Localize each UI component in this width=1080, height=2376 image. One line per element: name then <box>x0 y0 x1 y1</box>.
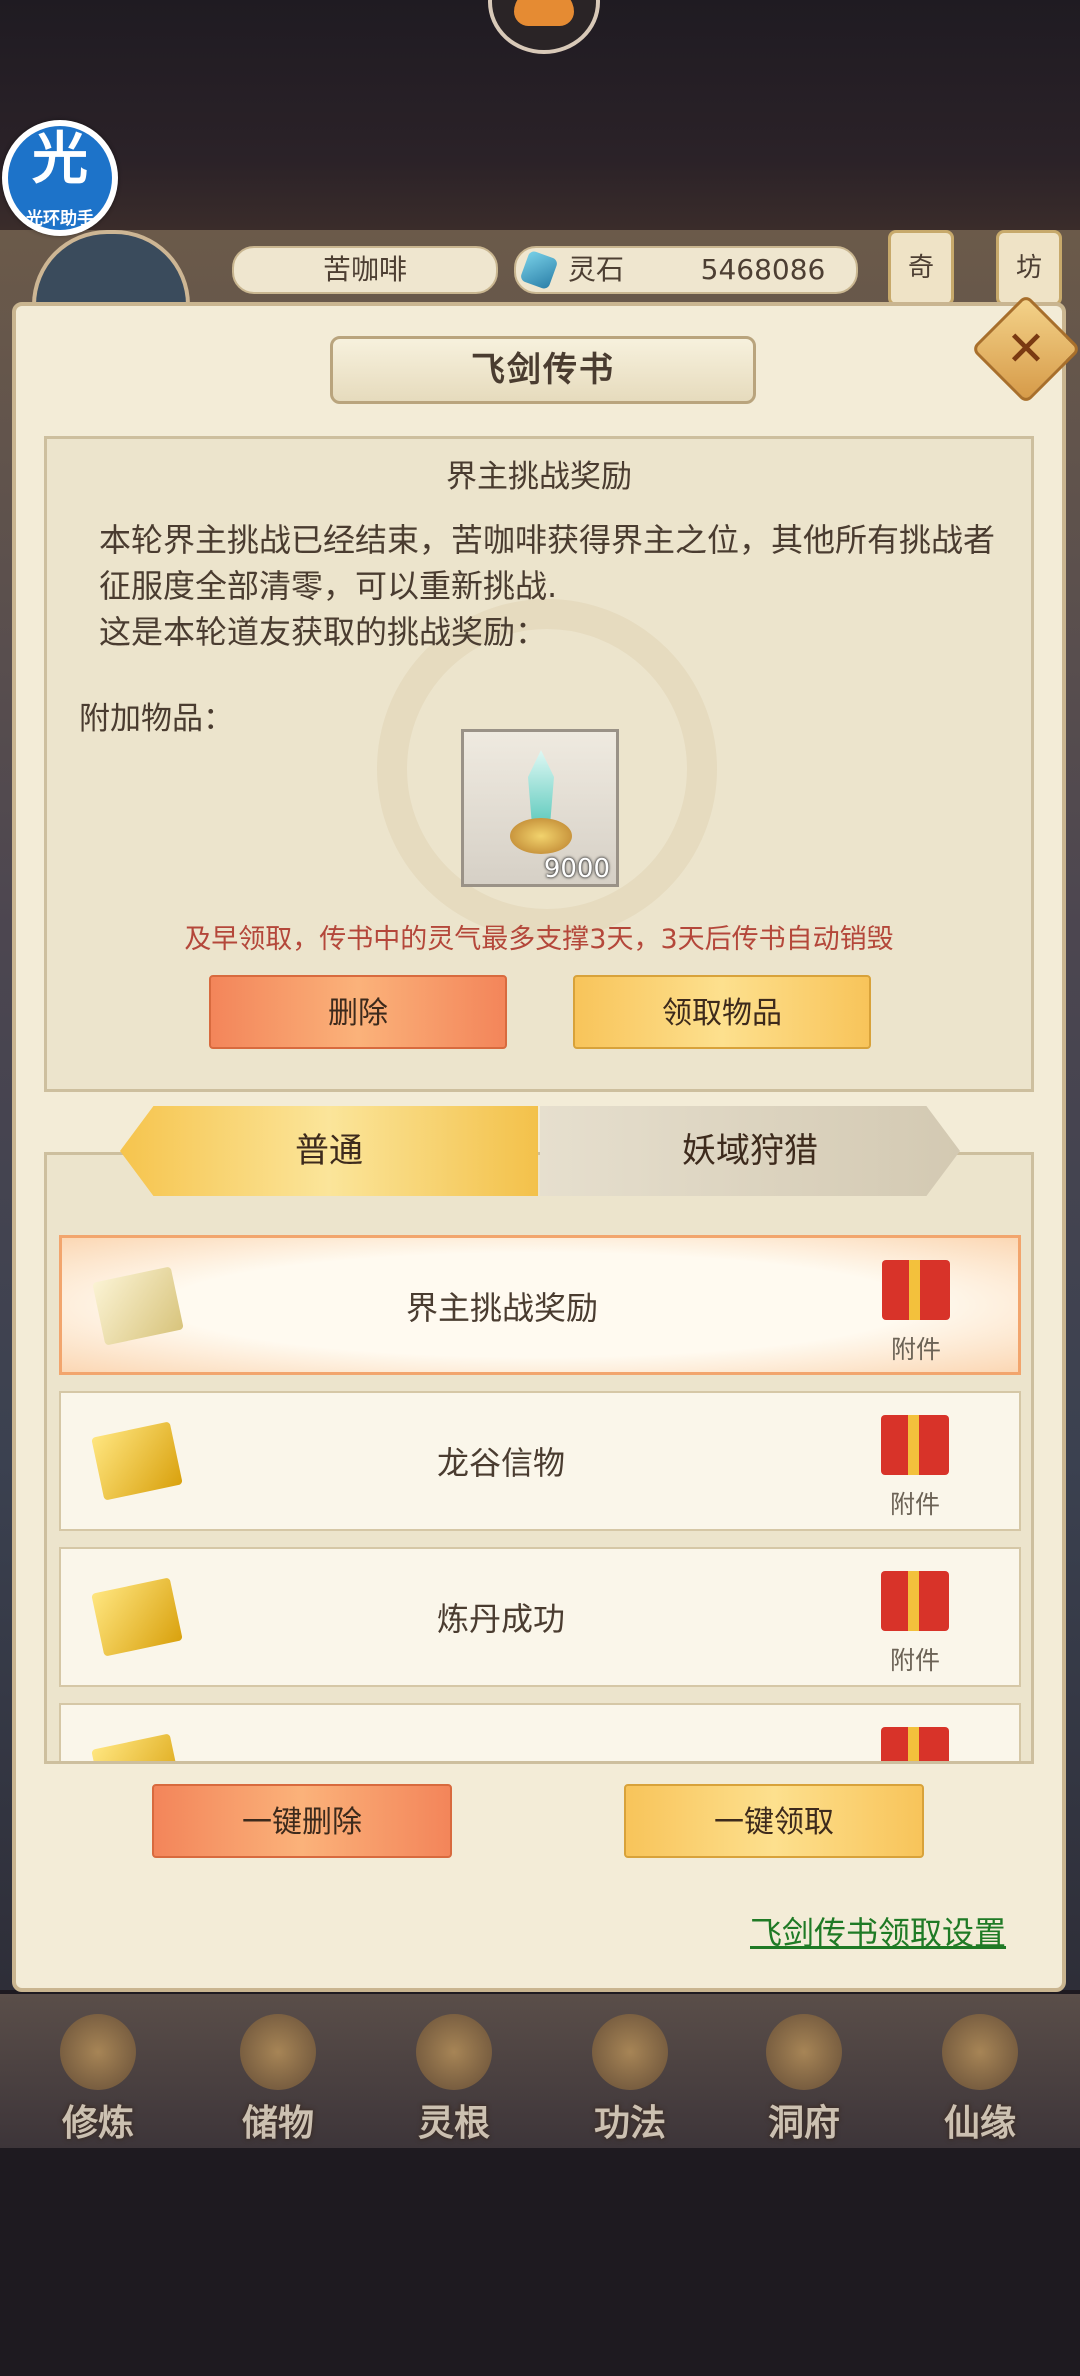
bottom-background <box>0 2150 1080 2376</box>
nav-label: 洞府 <box>767 2103 840 2144</box>
nav-cultivate[interactable]: 修炼 <box>8 1994 188 2148</box>
claim-all-button[interactable]: 一键领取 <box>624 1784 924 1858</box>
gift-box-icon <box>882 1260 950 1320</box>
item-count: 9000 <box>543 854 610 884</box>
list-item[interactable]: 界主挑战奖励 附件 <box>59 1235 1021 1375</box>
nav-label: 仙缘 <box>943 2103 1016 2144</box>
mail-list[interactable]: 界主挑战奖励 附件 龙谷信物 附件 炼丹成功 附件 <box>44 1152 1034 1764</box>
list-item-title: 炼丹成功 <box>436 1600 565 1638</box>
storage-bag-icon <box>240 2014 316 2090</box>
gift-box-icon <box>881 1571 949 1631</box>
skill-book-icon <box>592 2014 668 2090</box>
nav-fate[interactable]: 仙缘 <box>890 1994 1070 2148</box>
spirit-root-icon <box>416 2014 492 2090</box>
spirit-stone-counter: 灵石 5468086 <box>514 246 858 294</box>
nav-label: 功法 <box>593 2103 666 2144</box>
assistant-floating-button[interactable]: 光 光环助手 <box>2 120 118 236</box>
list-item-title: 龙谷信物 <box>436 1444 565 1482</box>
tab-demon-hunt[interactable]: 妖域狩猎 <box>540 1106 960 1196</box>
mail-body: 本轮界主挑战已经结束，苦咖啡获得界主之位，其他所有挑战者征服度全部清零，可以重新… <box>99 517 999 655</box>
mail-body-line2: 这是本轮道友获取的挑战奖励： <box>99 613 548 651</box>
assistant-caption: 光环助手 <box>26 209 94 229</box>
cave-house-icon <box>766 2014 842 2090</box>
attachment-tag: 附件 <box>889 1490 940 1519</box>
claim-items-button[interactable]: 领取物品 <box>573 975 871 1049</box>
nav-storage[interactable]: 储物 <box>188 1994 368 2148</box>
nav-spirit-root[interactable]: 灵根 <box>364 1994 544 2148</box>
list-item-title: 界主挑战奖励 <box>405 1289 598 1327</box>
tab-normal[interactable]: 普通 <box>120 1106 538 1196</box>
medallion-face <box>514 0 574 26</box>
sword-guard-icon <box>510 818 572 854</box>
assistant-logo-glyph: 光 <box>32 127 88 192</box>
attachment-tag: 附件 <box>889 1646 940 1675</box>
side-tag-fang[interactable]: 坊 <box>996 230 1062 306</box>
mail-detail: 界主挑战奖励 本轮界主挑战已经结束，苦咖啡获得界主之位，其他所有挑战者征服度全部… <box>44 436 1034 1092</box>
gift-box-icon <box>881 1415 949 1475</box>
list-item[interactable]: 炼丹成功 附件 <box>59 1547 1021 1687</box>
expiry-warning: 及早领取，传书中的灵气最多支撑3天，3天后传书自动销毁 <box>184 924 894 955</box>
envelope-icon <box>91 1733 183 1761</box>
spirit-stone-icon <box>519 249 559 291</box>
bottom-nav: 修炼 储物 灵根 功法 洞府 仙缘 <box>0 1994 1080 2148</box>
nav-skills[interactable]: 功法 <box>540 1994 720 2148</box>
delete-all-button[interactable]: 一键删除 <box>152 1784 452 1858</box>
gourd-icon <box>942 2014 1018 2090</box>
nav-label: 灵根 <box>417 2103 490 2144</box>
close-icon: ✕ <box>1005 321 1047 377</box>
mail-body-line1: 本轮界主挑战已经结束，苦咖啡获得界主之位，其他所有挑战者征服度全部清零，可以重新… <box>99 521 996 605</box>
attachments-label: 附加物品： <box>79 701 234 737</box>
list-item-partial[interactable] <box>59 1703 1021 1761</box>
delete-button[interactable]: 删除 <box>209 975 507 1049</box>
player-name: 苦咖啡 <box>232 246 498 294</box>
nav-label: 修炼 <box>61 2103 134 2144</box>
attachment-tag: 附件 <box>890 1335 941 1364</box>
attachment-item-slot[interactable]: 9000 <box>461 729 619 887</box>
cultivate-icon <box>60 2014 136 2090</box>
side-tag-qi[interactable]: 奇 <box>888 230 954 306</box>
nav-cave[interactable]: 洞府 <box>714 1994 894 2148</box>
panel-title: 飞剑传书 <box>330 336 756 404</box>
list-item[interactable]: 龙谷信物 附件 <box>59 1391 1021 1531</box>
mail-subject: 界主挑战奖励 <box>446 459 632 495</box>
gift-box-icon <box>881 1727 949 1761</box>
resource-value: 5468086 <box>700 253 826 286</box>
nav-label: 储物 <box>241 2103 314 2144</box>
resource-label: 灵石 <box>568 253 625 286</box>
mail-settings-link[interactable]: 飞剑传书领取设置 <box>750 1908 1006 1954</box>
